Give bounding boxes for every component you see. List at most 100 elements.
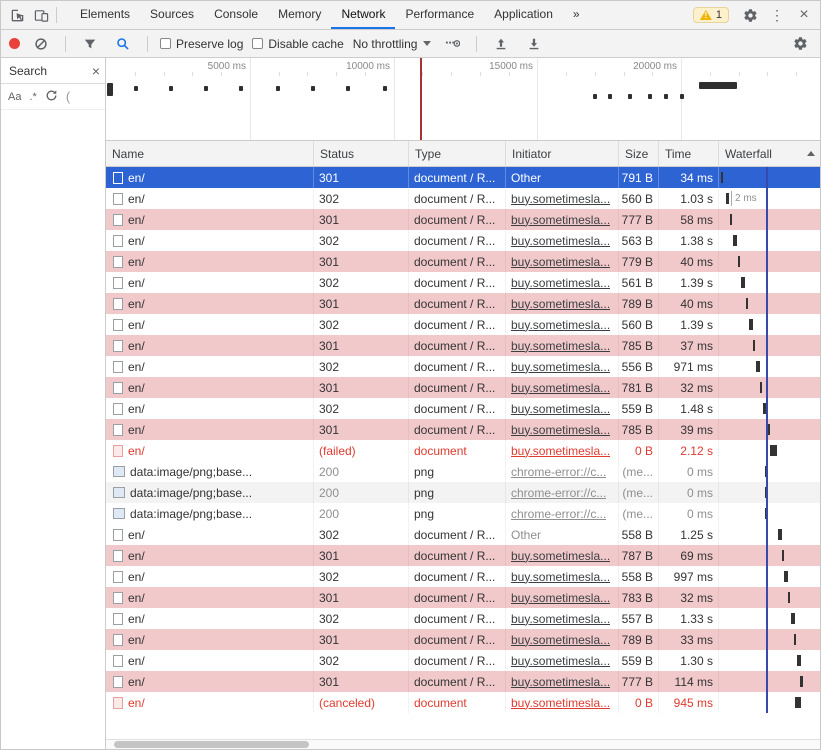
- disable-cache-checkbox[interactable]: Disable cache: [252, 37, 343, 51]
- preserve-log-checkbox[interactable]: Preserve log: [160, 37, 243, 51]
- network-settings-gear-icon[interactable]: [788, 32, 812, 56]
- search-icon[interactable]: [111, 32, 135, 56]
- tab-console[interactable]: Console: [204, 1, 268, 29]
- initiator-text[interactable]: chrome-error://c...: [511, 486, 606, 500]
- name-cell: data:image/png;base...: [106, 461, 314, 482]
- request-name: data:image/png;base...: [130, 486, 252, 500]
- table-row[interactable]: data:image/png;base...200pngchrome-error…: [106, 461, 820, 482]
- table-row[interactable]: data:image/png;base...200pngchrome-error…: [106, 482, 820, 503]
- column-header-time[interactable]: Time: [659, 141, 719, 166]
- initiator-text[interactable]: buy.sometimesla...: [511, 255, 610, 269]
- column-header-name[interactable]: Name: [106, 141, 314, 166]
- column-header-waterfall[interactable]: Waterfall: [719, 141, 821, 166]
- filter-icon[interactable]: [78, 32, 102, 56]
- size-cell: 556 B: [619, 356, 659, 377]
- initiator-text[interactable]: buy.sometimesla...: [511, 297, 610, 311]
- size-cell: 557 B: [619, 608, 659, 629]
- initiator-text[interactable]: buy.sometimesla...: [511, 213, 610, 227]
- regex-toggle[interactable]: .*: [29, 91, 36, 103]
- column-header-status[interactable]: Status: [314, 141, 409, 166]
- export-har-icon[interactable]: [522, 32, 546, 56]
- table-row[interactable]: en/301document / R...buy.sometimesla...7…: [106, 209, 820, 230]
- tab-more[interactable]: »: [563, 1, 590, 29]
- initiator-text[interactable]: buy.sometimesla...: [511, 360, 610, 374]
- kebab-menu-icon[interactable]: ⋮: [765, 3, 789, 27]
- tab-elements[interactable]: Elements: [70, 1, 140, 29]
- close-icon[interactable]: ×: [792, 3, 816, 27]
- throttling-dropdown[interactable]: No throttling: [353, 37, 432, 51]
- horizontal-scrollbar[interactable]: [106, 739, 820, 749]
- initiator-text[interactable]: buy.sometimesla...: [511, 612, 610, 626]
- devtools-settings-gear-icon[interactable]: [738, 3, 762, 27]
- size-cell: 787 B: [619, 545, 659, 566]
- table-row[interactable]: en/301document / R...buy.sometimesla...7…: [106, 419, 820, 440]
- initiator-text[interactable]: buy.sometimesla...: [511, 654, 610, 668]
- table-row[interactable]: en/301document / R...buy.sometimesla...7…: [106, 377, 820, 398]
- initiator-text[interactable]: buy.sometimesla...: [511, 339, 610, 353]
- tab-network[interactable]: Network: [331, 1, 395, 29]
- table-row[interactable]: en/302document / R...buy.sometimesla...5…: [106, 398, 820, 419]
- refresh-icon[interactable]: [45, 89, 58, 105]
- initiator-text[interactable]: buy.sometimesla...: [511, 381, 610, 395]
- table-row[interactable]: en/301document / R...buy.sometimesla...7…: [106, 629, 820, 650]
- initiator-text[interactable]: buy.sometimesla...: [511, 402, 610, 416]
- initiator-text[interactable]: buy.sometimesla...: [511, 276, 610, 290]
- initiator-text[interactable]: buy.sometimesla...: [511, 570, 610, 584]
- initiator-text[interactable]: chrome-error://c...: [511, 465, 606, 479]
- table-row[interactable]: en/302document / R...buy.sometimesla...5…: [106, 272, 820, 293]
- record-button[interactable]: [9, 38, 20, 49]
- table-row[interactable]: en/301document / R...buy.sometimesla...7…: [106, 335, 820, 356]
- scrollbar-thumb[interactable]: [114, 741, 309, 748]
- initiator-text[interactable]: buy.sometimesla...: [511, 591, 610, 605]
- status-cell: 302: [314, 314, 409, 335]
- initiator-text[interactable]: buy.sometimesla...: [511, 318, 610, 332]
- initiator-text[interactable]: buy.sometimesla...: [511, 192, 610, 206]
- match-case-toggle[interactable]: Aa: [8, 91, 21, 103]
- table-row[interactable]: en/302document / R...buy.sometimesla...5…: [106, 188, 820, 209]
- network-conditions-icon[interactable]: [440, 32, 464, 56]
- table-row[interactable]: en/301document / R...buy.sometimesla...7…: [106, 293, 820, 314]
- table-row[interactable]: en/302document / R...buy.sometimesla...5…: [106, 650, 820, 671]
- column-header-size[interactable]: Size: [619, 141, 659, 166]
- initiator-text[interactable]: buy.sometimesla...: [511, 633, 610, 647]
- document-file-icon: [113, 529, 123, 541]
- name-cell: en/: [106, 608, 314, 629]
- tab-performance[interactable]: Performance: [395, 1, 484, 29]
- column-header-initiator[interactable]: Initiator: [506, 141, 619, 166]
- image-file-icon: [113, 487, 125, 498]
- close-search-icon[interactable]: ×: [92, 63, 100, 79]
- initiator-text[interactable]: buy.sometimesla...: [511, 549, 610, 563]
- initiator-text[interactable]: buy.sometimesla...: [511, 444, 610, 458]
- table-row[interactable]: en/302document / R...buy.sometimesla...5…: [106, 230, 820, 251]
- inspect-icon[interactable]: [5, 3, 29, 27]
- initiator-text[interactable]: buy.sometimesla...: [511, 234, 610, 248]
- table-row[interactable]: en/301document / R...buy.sometimesla...7…: [106, 671, 820, 692]
- table-row[interactable]: en/302document / R...Other558 B1.25 s: [106, 524, 820, 545]
- table-row[interactable]: en/301document / R...buy.sometimesla...7…: [106, 251, 820, 272]
- timeline-overview[interactable]: 5000 ms10000 ms15000 ms20000 ms: [106, 58, 820, 141]
- column-header-type[interactable]: Type: [409, 141, 506, 166]
- table-row[interactable]: en/302document / R...buy.sometimesla...5…: [106, 356, 820, 377]
- initiator-text[interactable]: buy.sometimesla...: [511, 423, 610, 437]
- warning-badge[interactable]: ! 1: [693, 7, 729, 23]
- initiator-text[interactable]: buy.sometimesla...: [511, 696, 610, 710]
- tab-memory[interactable]: Memory: [268, 1, 331, 29]
- table-row[interactable]: en/(canceled)documentbuy.sometimesla...0…: [106, 692, 820, 713]
- clear-icon[interactable]: [29, 32, 53, 56]
- table-row[interactable]: en/302document / R...buy.sometimesla...5…: [106, 608, 820, 629]
- device-toolbar-icon[interactable]: [29, 3, 53, 27]
- initiator-text[interactable]: chrome-error://c...: [511, 507, 606, 521]
- import-har-icon[interactable]: [489, 32, 513, 56]
- table-row[interactable]: en/(failed)documentbuy.sometimesla...0 B…: [106, 440, 820, 461]
- table-row[interactable]: en/301document / R...buy.sometimesla...7…: [106, 545, 820, 566]
- table-row[interactable]: en/301document / R...Other791 B34 ms: [106, 167, 820, 188]
- table-row[interactable]: data:image/png;base...200pngchrome-error…: [106, 503, 820, 524]
- table-row[interactable]: en/302document / R...buy.sometimesla...5…: [106, 314, 820, 335]
- table-row[interactable]: en/302document / R...buy.sometimesla...5…: [106, 566, 820, 587]
- tab-application[interactable]: Application: [484, 1, 563, 29]
- waterfall-cell: [719, 629, 821, 650]
- table-row[interactable]: en/301document / R...buy.sometimesla...7…: [106, 587, 820, 608]
- request-name: en/: [128, 360, 145, 374]
- tab-sources[interactable]: Sources: [140, 1, 204, 29]
- initiator-text[interactable]: buy.sometimesla...: [511, 675, 610, 689]
